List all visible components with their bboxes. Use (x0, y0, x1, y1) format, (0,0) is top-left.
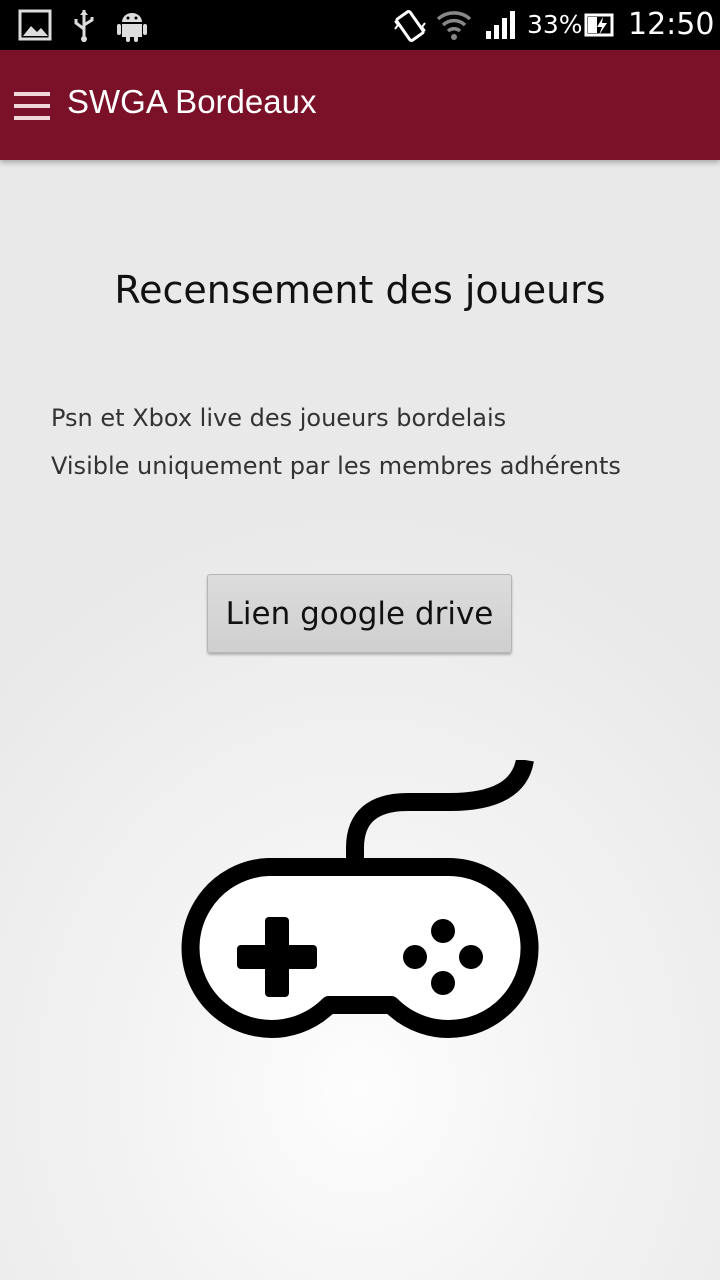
gamepad-icon (181, 760, 539, 1038)
android-icon (117, 13, 147, 42)
battery-charging-icon (584, 13, 614, 37)
battery-percent: 33% (527, 10, 583, 39)
signal-icon (486, 11, 515, 39)
hamburger-menu-icon[interactable] (12, 90, 52, 122)
image-icon (18, 9, 52, 41)
clock: 12:50 (628, 7, 715, 42)
app-title: SWGA Bordeaux (67, 83, 317, 120)
wifi-icon (436, 11, 472, 40)
google-drive-link-button[interactable]: Lien google drive (207, 574, 512, 653)
description-line: Visible uniquement par les membres adhér… (51, 452, 621, 480)
app-bar: SWGA Bordeaux (0, 50, 720, 160)
vibrate-icon (394, 10, 426, 42)
status-bar: 33% 12:50 (0, 0, 720, 50)
usb-icon (74, 10, 94, 42)
description-line: Psn et Xbox live des joueurs bordelais (51, 404, 507, 432)
page-heading: Recensement des joueurs (114, 268, 606, 312)
